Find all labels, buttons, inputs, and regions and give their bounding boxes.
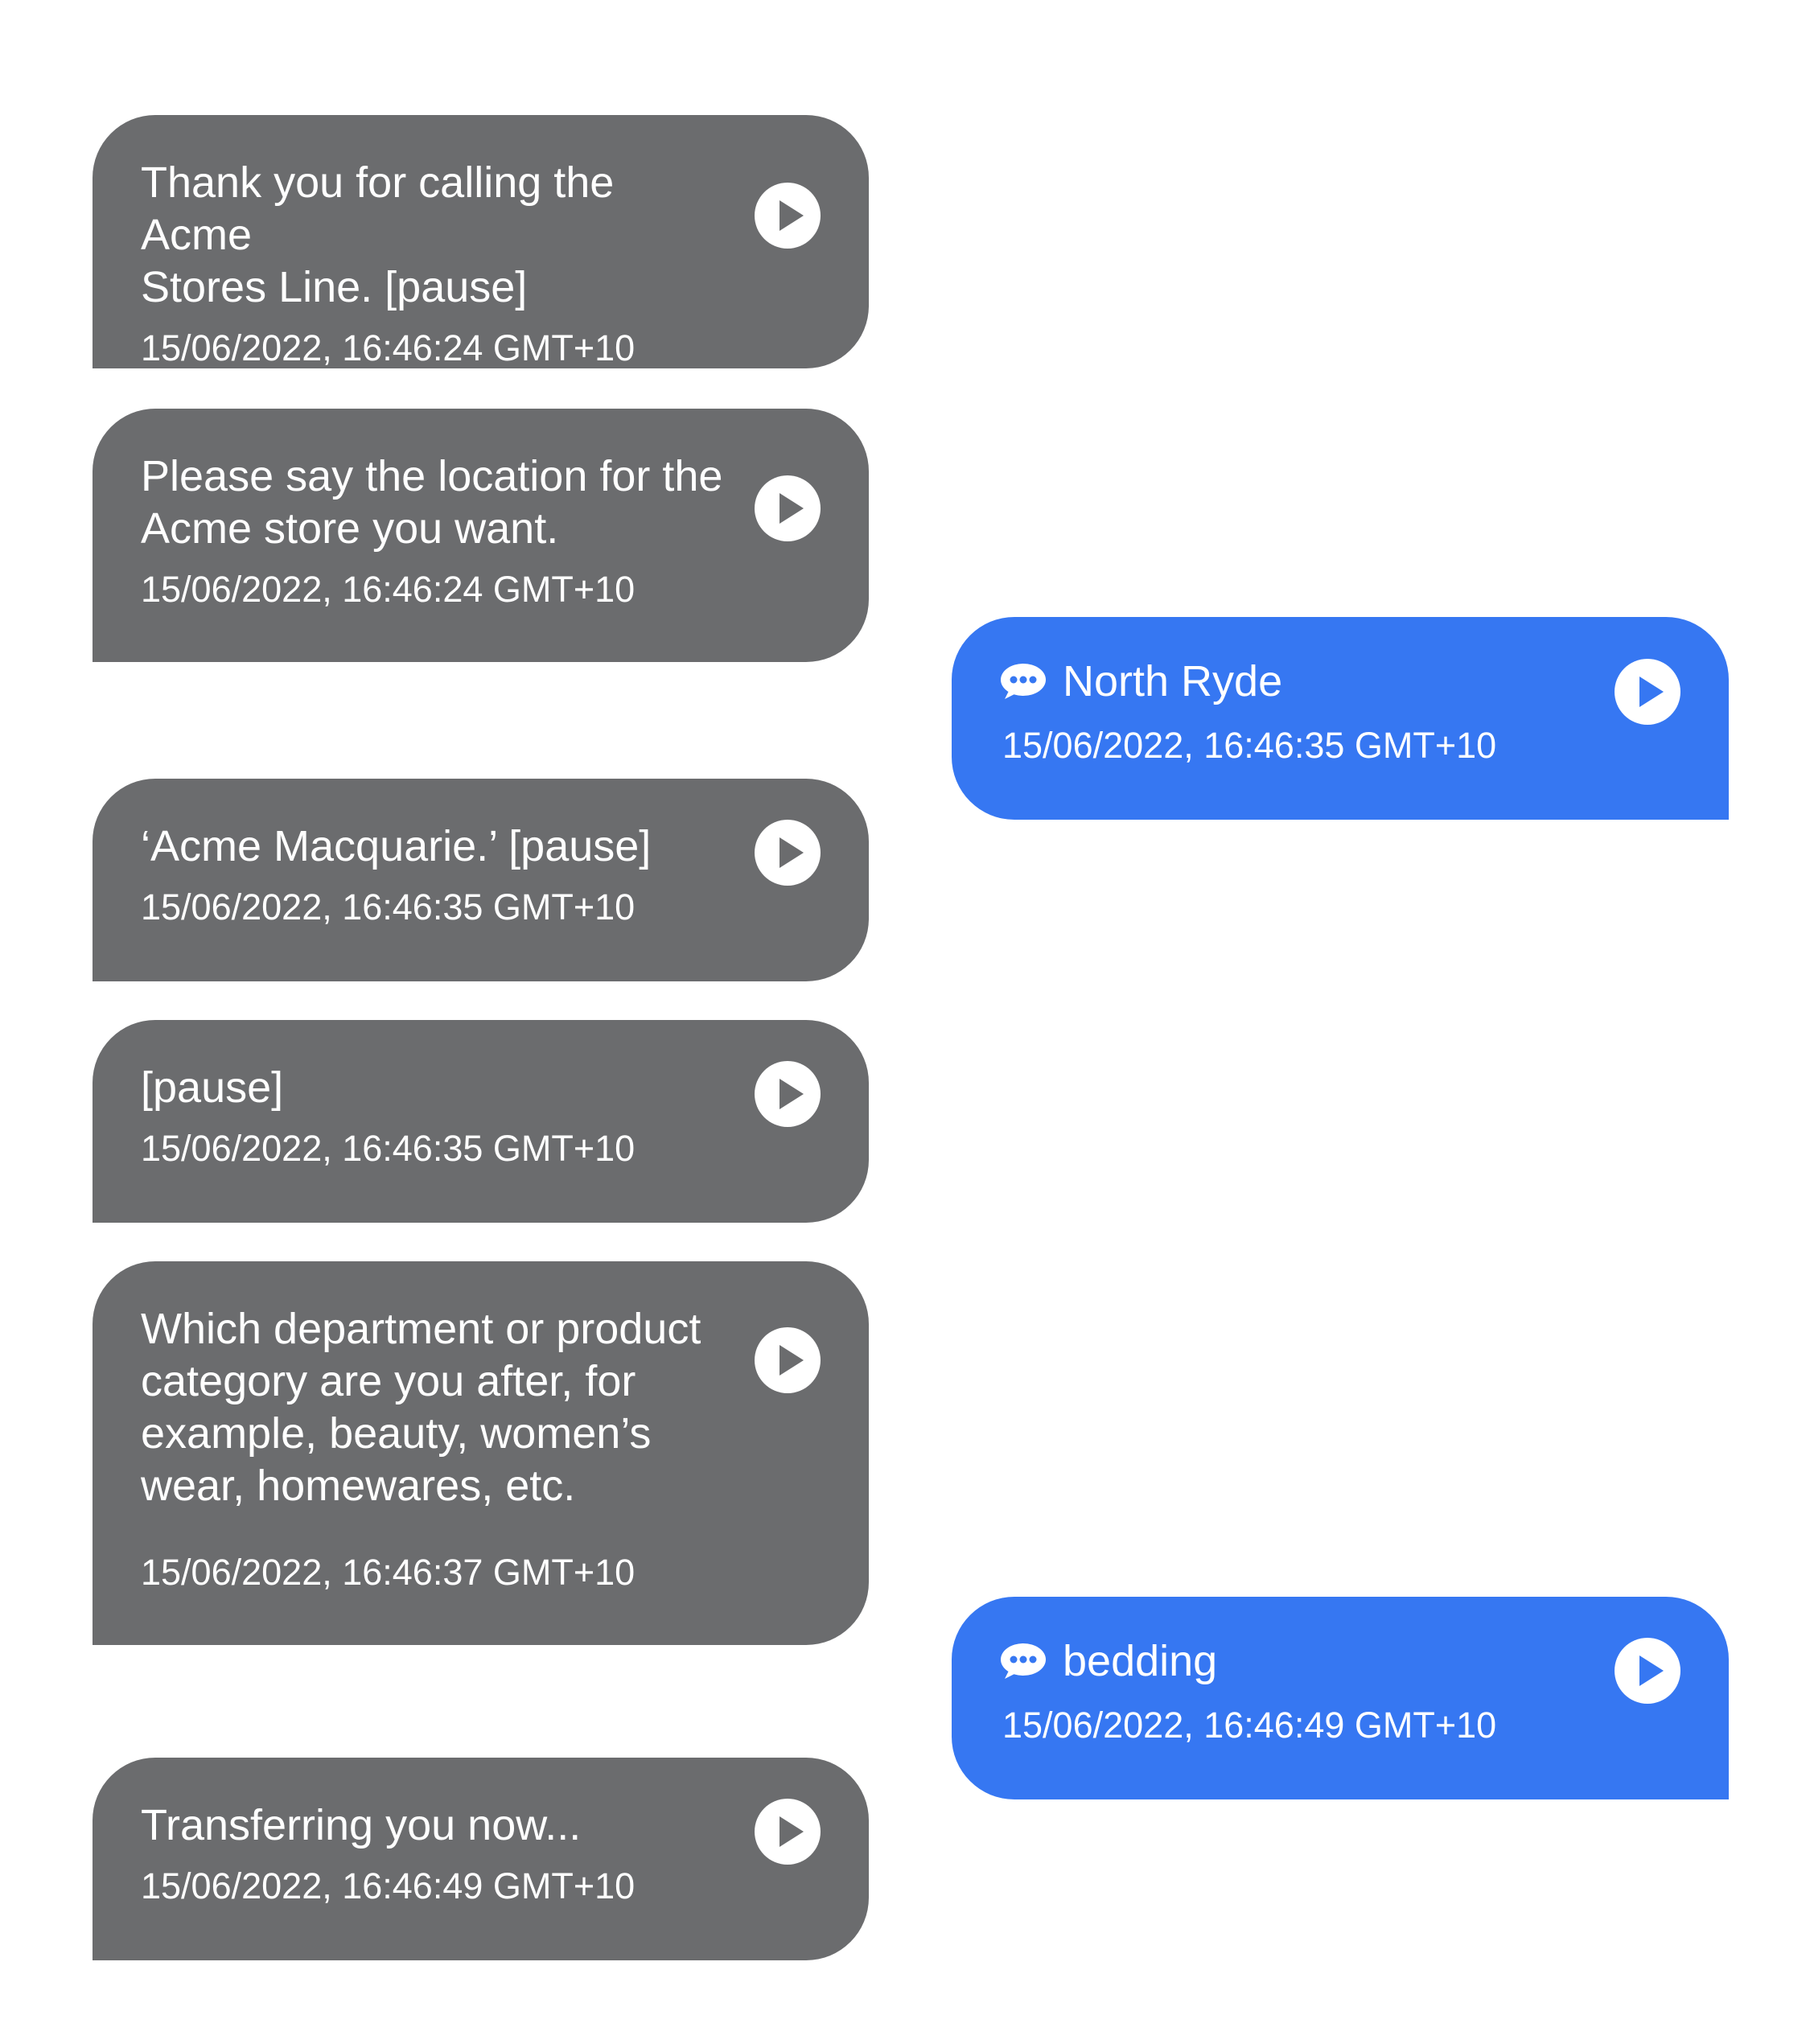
play-icon <box>780 1079 804 1109</box>
message-text: Which department or product category are… <box>141 1305 701 1510</box>
message-text: bedding <box>1063 1637 1218 1685</box>
message-timestamp: 15/06/2022, 16:46:35 GMT+10 <box>1002 725 1497 766</box>
bot-message: Transferring you now... 15/06/2022, 16:4… <box>93 1758 869 1960</box>
speech-bubble-icon <box>1001 663 1046 699</box>
message-timestamp: 15/06/2022, 16:46:24 GMT+10 <box>141 327 636 368</box>
message-text: [pause] <box>141 1063 284 1112</box>
play-button[interactable] <box>755 475 821 541</box>
user-message: bedding 15/06/2022, 16:46:49 GMT+10 <box>952 1597 1729 1799</box>
play-button[interactable] <box>1615 1638 1680 1704</box>
play-icon <box>780 1345 804 1376</box>
message-timestamp: 15/06/2022, 16:46:35 GMT+10 <box>141 886 636 927</box>
bot-message: ‘Acme Macquarie.’ [pause] 15/06/2022, 16… <box>93 779 869 981</box>
bot-message: Please say the location for the Acme sto… <box>93 409 869 662</box>
play-button[interactable] <box>755 183 821 249</box>
play-icon <box>1639 677 1664 707</box>
message-text: Please say the location for the Acme sto… <box>141 452 723 553</box>
message-timestamp: 15/06/2022, 16:46:35 GMT+10 <box>141 1128 636 1169</box>
message-line: North Ryde <box>1000 656 1592 708</box>
play-icon <box>780 837 804 868</box>
play-icon <box>780 1816 804 1847</box>
message-text: Thank you for calling the Acme Stores Li… <box>141 158 615 311</box>
play-icon <box>780 200 804 231</box>
play-button[interactable] <box>1615 659 1680 725</box>
message-timestamp: 15/06/2022, 16:46:24 GMT+10 <box>141 569 636 610</box>
message-timestamp: 15/06/2022, 16:46:37 GMT+10 <box>141 1552 636 1593</box>
play-button[interactable] <box>755 1061 821 1127</box>
user-message: North Ryde 15/06/2022, 16:46:35 GMT+10 <box>952 617 1729 820</box>
message-timestamp: 15/06/2022, 16:46:49 GMT+10 <box>141 1865 636 1906</box>
bot-message: Thank you for calling the Acme Stores Li… <box>93 115 869 368</box>
message-line: bedding <box>1000 1635 1592 1688</box>
message-timestamp: 15/06/2022, 16:46:49 GMT+10 <box>1002 1705 1497 1746</box>
play-button[interactable] <box>755 820 821 886</box>
message-text: North Ryde <box>1063 657 1283 705</box>
message-text: Transferring you now... <box>141 1801 582 1849</box>
play-icon <box>1639 1655 1664 1686</box>
bot-message: [pause] 15/06/2022, 16:46:35 GMT+10 <box>93 1020 869 1223</box>
message-text: ‘Acme Macquarie.’ [pause] <box>141 822 652 870</box>
play-icon <box>780 493 804 524</box>
bot-message: Which department or product category are… <box>93 1261 869 1645</box>
play-button[interactable] <box>755 1327 821 1393</box>
play-button[interactable] <box>755 1799 821 1865</box>
speech-bubble-icon <box>1001 1643 1046 1679</box>
